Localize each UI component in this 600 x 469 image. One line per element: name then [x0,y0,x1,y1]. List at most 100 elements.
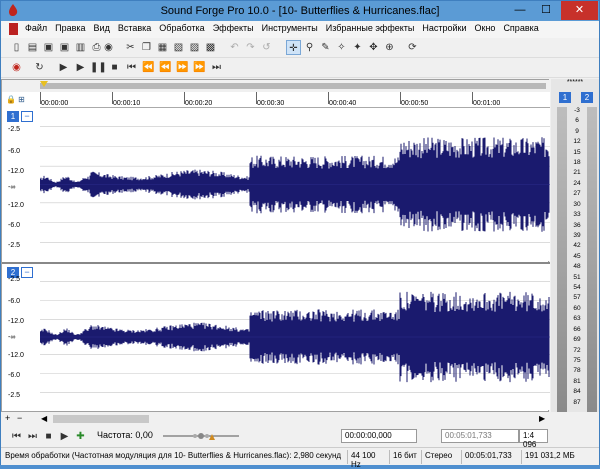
play-icon[interactable]: ▶ [57,429,72,444]
pencil-tool-icon[interactable]: ✎ [318,40,333,55]
document-icon[interactable] [9,23,18,35]
meter-scale-label: 18 [573,159,581,167]
record-icon[interactable]: ◉ [9,60,24,75]
zoom-out-icon[interactable]: − [17,413,22,423]
overview-track[interactable] [40,83,546,89]
new-file-icon[interactable]: ▯ [9,40,24,55]
go-to-end-icon[interactable]: ⏭ [25,429,40,444]
refresh-icon[interactable]: ⟳ [405,40,420,55]
go-to-start-icon[interactable]: ⏮ [9,429,24,444]
fast-rewind-icon[interactable]: ⏪ [158,60,173,75]
loop-icon[interactable]: ↻ [32,60,47,75]
ruler-lock-icon[interactable]: 🔒 ⊞ [6,95,25,104]
copy-icon[interactable]: ❐ [139,40,154,55]
minimize-button[interactable]: — [507,1,533,20]
overview-bar[interactable] [2,80,550,92]
waveform-channel-2[interactable] [40,264,550,410]
event-tool-icon[interactable]: ✦ [350,40,365,55]
channel-mode[interactable]: Стерео [421,450,461,464]
sample-rate[interactable]: 44 100 Hz [347,450,389,469]
cut-icon[interactable]: ✂ [123,40,138,55]
shuttle-control[interactable] [161,430,241,442]
pause-icon[interactable]: ❚❚ [90,60,107,75]
trim-icon[interactable]: ▨ [187,40,202,55]
redo-icon[interactable]: ↷ [243,40,258,55]
channel-collapse-button[interactable]: − [21,267,33,278]
channel-collapse-button[interactable]: − [21,111,33,122]
db-scale: 1 − -2.5 -6.0 -12.0 -∞ -12.0 -6.0 -2.5 [2,108,40,261]
envelope-tool-icon[interactable]: ✧ [334,40,349,55]
menu-view[interactable]: Вид [94,23,110,33]
menu-file[interactable]: Файл [25,23,47,33]
scroll-left-icon[interactable]: ◀ [41,414,47,423]
snap-tool-icon[interactable]: ✥ [366,40,381,55]
db-label: -2.5 [8,276,21,283]
play-icon[interactable]: ▶ [73,60,88,75]
meter-scale-label: 84 [573,388,581,396]
menu-tools[interactable]: Инструменты [262,23,318,33]
menu-help[interactable]: Справка [503,23,538,33]
waveform-channel-1[interactable] [40,108,550,261]
crop-icon[interactable]: ▩ [203,40,218,55]
go-to-end-icon[interactable]: ⏭ [209,60,224,75]
db-label: -12.0 [8,318,24,325]
status-bar: Время обработки (Частотная модуляция для… [1,447,599,469]
menu-window[interactable]: Окно [475,23,496,33]
magnify-tool-icon[interactable]: ⚲ [302,40,317,55]
menu-process[interactable]: Обработка [159,23,204,33]
meter-bar-left [557,107,567,412]
meter-scale-label: 21 [573,169,581,177]
meter-channel-2-badge[interactable]: 2 [581,92,593,103]
zoom-in-icon[interactable]: + [5,413,10,423]
paste-icon[interactable]: ▦ [155,40,170,55]
edit-tool-icon[interactable]: ✛ [286,40,301,55]
bit-depth[interactable]: 16 бит [389,450,421,464]
save-icon[interactable]: ▣ [41,40,56,55]
fast-forward-icon[interactable]: ⏩ [175,60,190,75]
zoom-ratio-field[interactable]: 1:4 096 [519,429,548,449]
menu-insert[interactable]: Вставка [118,23,151,33]
meter-scale-label: 51 [573,273,581,281]
standard-toolbar: ▯ ▤ ▣ ▣ ▥ ⎙ ◉ ✂ ❐ ▦ ▧ ▨ ▩ ↶ ↷ ↺ ✛ ⚲ ✎ ✧ … [1,38,599,58]
meter-scale-label: 69 [573,336,581,344]
burn-cd-icon[interactable]: ◉ [101,40,116,55]
selection-end-field[interactable]: 00:05:01,733 [441,429,519,443]
scroll-right-icon[interactable]: ▶ [539,414,545,423]
rewind-icon[interactable]: ⏪ [141,60,156,75]
save-as-icon[interactable]: ▣ [57,40,72,55]
meter-scale-label: 45 [573,252,581,260]
meter-channel-1-badge[interactable]: 1 [559,92,571,103]
channel-1[interactable]: 1 − -2.5 -6.0 -12.0 -∞ -12.0 -6.0 -2.5 [2,108,550,261]
stop-icon[interactable]: ■ [41,429,56,444]
maximize-button[interactable]: ☐ [533,1,559,20]
go-to-start-icon[interactable]: ⏮ [124,60,139,75]
horizontal-scrollbar[interactable]: + − ◀ ▶ [1,413,549,425]
meter-scale-label: 6 [575,117,579,125]
meter-scale-label: 60 [573,304,581,312]
insert-marker-icon[interactable]: ✚ [73,429,88,444]
menu-edit[interactable]: Правка [55,23,85,33]
mix-icon[interactable]: ▧ [171,40,186,55]
forward-icon[interactable]: ⏩ [192,60,207,75]
selection-start-field[interactable]: 00:00:00,000 [341,429,417,443]
channel-badge[interactable]: 1 [7,111,19,122]
render-icon[interactable]: ▥ [73,40,88,55]
repeat-icon[interactable]: ↺ [259,40,274,55]
cursor-marker[interactable] [40,81,48,87]
time-ruler[interactable]: 00:00:00 00:00:10 00:00:20 00:00:30 00:0… [40,92,550,108]
channel-2[interactable]: 2 − -2.5 -6.0 -12.0 -∞ -12.0 -6.0 -2.5 [2,262,550,410]
undo-icon[interactable]: ↶ [227,40,242,55]
open-folder-icon[interactable]: ▤ [25,40,40,55]
meter-scale-label: 72 [573,346,581,354]
menu-effects[interactable]: Эффекты [213,23,254,33]
zoom-tool-icon[interactable]: ⊕ [382,40,397,55]
db-label: -2.5 [8,392,21,399]
db-label: -∞ [8,334,16,341]
app-window: Sound Forge Pro 10.0 - [10- Butterflies … [0,0,600,469]
close-button[interactable]: ✕ [561,1,598,20]
play-all-icon[interactable]: ▶ [56,60,71,75]
stop-icon[interactable]: ■ [107,60,122,75]
scrollbar-thumb[interactable] [53,415,149,423]
menu-favorite-effects[interactable]: Избранные эффекты [326,23,415,33]
menu-options[interactable]: Настройки [422,23,466,33]
